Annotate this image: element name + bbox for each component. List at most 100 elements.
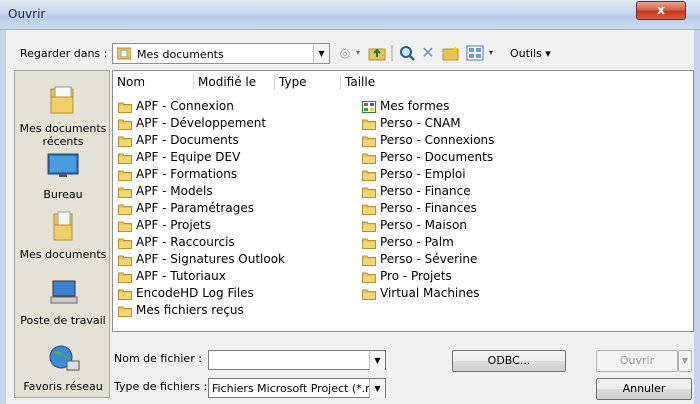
title-bar: Ouvrir x [0,0,700,30]
folder-icon [118,221,132,232]
filetype-value: Fichiers Microsoft Project (*.mp* [212,382,370,395]
folder-icon [118,119,132,130]
folder-item[interactable]: APF - Raccourcis [118,234,285,251]
views-icon[interactable] [466,45,484,61]
cancel-button[interactable]: Annuler [596,378,692,400]
folder-item[interactable]: Perso - Palm [362,234,494,251]
folder-icon [362,170,376,181]
folder-icon [118,102,132,113]
folder-item[interactable]: Perso - Maison [362,217,494,234]
folder-item[interactable]: Pro - Projets [362,268,494,285]
folder-item[interactable]: APF - Projets [118,217,285,234]
filetype-select[interactable]: Fichiers Microsoft Project (*.mp* ▼ [208,378,386,398]
place-my-documents[interactable]: Mes documents [15,211,111,261]
folder-item[interactable]: APF - Développement [118,115,285,132]
folder-item[interactable]: APF - Equipe DEV [118,149,285,166]
folder-item[interactable]: APF - Tutoriaux [118,268,285,285]
look-in-combo[interactable]: Mes documents ▼ [112,43,330,64]
tools-label: Outils [510,47,542,60]
filename-input[interactable]: ▼ [208,350,386,370]
open-button[interactable]: Ouvrir [596,350,678,372]
desktop-icon [47,153,79,177]
chevron-down-icon[interactable]: ▼ [369,379,385,398]
folder-item[interactable]: Mes formes [362,98,494,115]
folder-icon [118,204,132,215]
place-my-computer[interactable]: Poste de travail [15,277,111,327]
folder-name: Pro - Projets [380,269,452,283]
views-dropdown-icon[interactable]: ▾ [486,44,496,62]
my-documents-folder-icon [117,47,131,60]
place-recent-documents[interactable]: Mes documents récents [15,85,111,148]
my-documents-icon [53,211,73,241]
odbc-button[interactable]: ODBC... [452,350,566,372]
file-column-1: APF - Connexion APF - Développement APF - … [118,98,285,319]
open-dropdown-icon[interactable]: ▼ [678,350,692,372]
folder-item[interactable]: Virtual Machines [362,285,494,302]
folder-item[interactable]: APF - Connexion [118,98,285,115]
file-list[interactable]: Nom Modifié le Type Taille APF - Connexi… [112,70,694,332]
column-header-modified[interactable]: Modifié le [194,71,274,93]
folder-name: APF - Equipe DEV [136,150,241,164]
folder-item[interactable]: Perso - Emploi [362,166,494,183]
folder-item[interactable]: APF - Signatures Outlook [118,251,285,268]
folder-item[interactable]: Perso - Finance [362,183,494,200]
folder-icon [362,289,376,300]
folder-name: Virtual Machines [380,286,480,300]
folder-item[interactable]: Perso - CNAM [362,115,494,132]
folder-item[interactable]: APF - Formations [118,166,285,183]
folder-name: Perso - Connexions [380,133,495,147]
folder-name: APF - Projets [136,218,212,232]
folder-icon [362,119,376,130]
recent-documents-icon [50,86,74,114]
column-header-name[interactable]: Nom [113,71,193,93]
folder-name: APF - Models [136,184,213,198]
folder-name: EncodeHD Log Files [136,286,254,300]
folder-icon [362,272,376,283]
column-header-size[interactable]: Taille [341,71,421,93]
folder-icon [362,204,376,215]
toolbar-separator [391,45,393,61]
folder-item[interactable]: Perso - Documents [362,149,494,166]
folder-icon [362,153,376,164]
folder-item[interactable]: Mes fichiers reçus [118,302,285,319]
chevron-down-icon[interactable]: ▼ [369,351,385,370]
folder-icon [118,153,132,164]
back-dropdown-icon[interactable]: ▾ [353,44,363,62]
network-places-icon [49,345,80,371]
folder-name: Perso - Finances [380,201,477,215]
search-web-icon[interactable] [398,44,416,62]
folder-name: Perso - CNAM [380,116,461,130]
window-title: Ouvrir [8,7,46,21]
place-network[interactable]: Favoris réseau [15,343,111,393]
folder-item[interactable]: Perso - Connexions [362,132,494,149]
new-folder-icon[interactable] [442,45,460,61]
folder-item[interactable]: APF - Models [118,183,285,200]
place-desktop[interactable]: Bureau [15,151,111,201]
tools-menu[interactable]: Outils ▾ [510,47,551,60]
place-label: Favoris réseau [23,380,103,393]
up-folder-icon[interactable] [368,45,386,61]
folder-icon [118,289,132,300]
close-button[interactable]: x [636,1,686,20]
folder-item[interactable]: Perso - Séverine [362,251,494,268]
filename-label: Nom de fichier : [114,352,202,365]
folder-item[interactable]: APF - Documents [118,132,285,149]
folder-icon [118,272,132,283]
column-header-type[interactable]: Type [275,71,340,93]
folder-name: APF - Documents [136,133,239,147]
my-computer-icon [50,280,78,304]
place-label: Poste de travail [20,314,106,327]
chevron-down-icon[interactable]: ▼ [313,44,329,63]
folder-name: APF - Formations [136,167,238,181]
folder-icon [362,221,376,232]
file-column-2: Mes formes Perso - CNAM Perso - Connexions… [362,98,494,302]
look-in-value: Mes documents [137,48,224,61]
folder-icon [362,136,376,147]
places-bar: Mes documents récents Bureau Mes documen… [14,70,110,398]
folder-item[interactable]: EncodeHD Log Files [118,285,285,302]
back-icon[interactable]: ◎ [336,44,354,62]
folder-item[interactable]: APF - Paramétrages [118,200,285,217]
folder-item[interactable]: Perso - Finances [362,200,494,217]
delete-icon[interactable]: ✕ [420,44,436,62]
folder-name: APF - Développement [136,116,267,130]
